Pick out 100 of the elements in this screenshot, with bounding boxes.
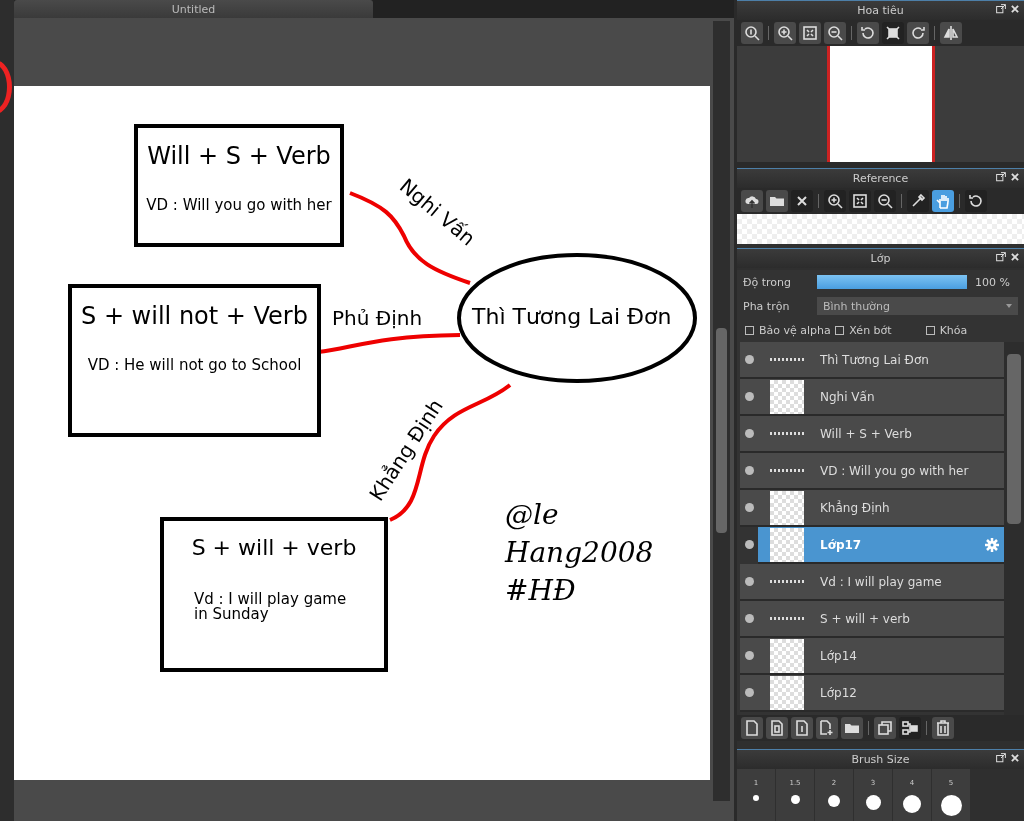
box-example: VD : Will you go with her	[146, 196, 332, 214]
popout-icon	[996, 172, 1006, 182]
layer-thumbnail	[770, 469, 804, 472]
rotate-left-icon	[860, 25, 876, 41]
layer-thumbnail	[770, 432, 804, 435]
tool-button[interactable]	[899, 717, 921, 739]
new-8bit-layer-icon	[769, 720, 785, 736]
tool-button[interactable]	[766, 717, 788, 739]
checkbox[interactable]	[745, 325, 754, 335]
panel-title: Hoa tiêu	[857, 4, 904, 17]
handwritten-text: @le	[505, 497, 560, 533]
tool-button[interactable]	[741, 717, 763, 739]
zoom-out-icon	[877, 193, 893, 209]
close-icon	[1010, 4, 1020, 14]
brush-dot-icon	[753, 795, 759, 801]
layer-name: Will + S + Verb	[820, 426, 912, 441]
close-icon	[1010, 753, 1020, 763]
checkbox[interactable]	[835, 325, 845, 335]
tool-button[interactable]	[965, 190, 987, 212]
box-example: Vd : I will play game in Sunday	[194, 592, 348, 622]
brush-dot-icon	[903, 795, 921, 813]
tool-button[interactable]	[857, 22, 879, 44]
handwritten-text: #HĐ	[505, 573, 577, 609]
new-1bit-layer-icon	[794, 720, 810, 736]
visibility-dot[interactable]	[745, 503, 754, 512]
tool-button[interactable]	[907, 190, 929, 212]
layer-row[interactable]: Khẳng Định	[740, 490, 1004, 527]
rotate-right-icon	[910, 25, 926, 41]
tool-button[interactable]	[766, 190, 788, 212]
layer-row[interactable]: S + will + verb	[740, 601, 1004, 638]
visibility-dot[interactable]	[745, 355, 754, 364]
layer-name: Lớp12	[820, 685, 857, 700]
layer-thumbnail	[770, 675, 804, 710]
tool-button[interactable]	[741, 190, 763, 212]
canvas-thumbnail[interactable]	[826, 46, 935, 162]
layer-row[interactable]: Vd : I will play game	[740, 564, 1004, 601]
flip-icon	[943, 25, 959, 41]
blend-dropdown[interactable]: Bình thường	[817, 297, 1018, 315]
tool-button[interactable]	[774, 22, 796, 44]
tool-button[interactable]	[824, 190, 846, 212]
visibility-dot[interactable]	[745, 688, 754, 697]
visibility-dot[interactable]	[745, 577, 754, 586]
checkbox[interactable]	[925, 325, 935, 335]
layer-name: Thì Tương Lai Đơn	[820, 352, 929, 367]
visibility-dot[interactable]	[745, 651, 754, 660]
tool-button[interactable]	[849, 190, 871, 212]
layer-thumbnail	[770, 379, 804, 414]
tool-button[interactable]	[816, 717, 838, 739]
layer-row[interactable]: VD : Will you go with her	[740, 453, 1004, 490]
zoom-out-icon	[827, 25, 843, 41]
opacity-value: 100 %	[975, 275, 1010, 289]
tool-button[interactable]	[741, 22, 763, 44]
tool-button[interactable]	[874, 717, 896, 739]
tool-button[interactable]	[882, 22, 904, 44]
panel-title: Brush Size	[851, 753, 910, 766]
visibility-dot[interactable]	[745, 392, 754, 401]
layer-row[interactable]: Lớp12	[740, 675, 1004, 712]
layer-name: VD : Will you go with her	[820, 463, 969, 478]
layer-thumbnail	[770, 580, 804, 583]
layer-name: Nghi Vấn	[820, 389, 875, 404]
opacity-slider[interactable]	[817, 275, 967, 289]
rotate-left-icon	[968, 193, 984, 209]
visibility-dot[interactable]	[745, 614, 754, 623]
tool-button[interactable]	[940, 22, 962, 44]
layer-row[interactable]: Thì Tương Lai Đơn	[740, 342, 1004, 379]
tool-button[interactable]	[932, 717, 954, 739]
tool-button[interactable]	[824, 22, 846, 44]
box-heading: S + will not + Verb	[81, 302, 308, 330]
layer-name: Lớp17	[820, 537, 862, 552]
box-heading: S + will + verb	[191, 535, 357, 560]
center-label: Thì Tương Lai Đơn	[472, 304, 672, 329]
tool-button[interactable]	[841, 717, 863, 739]
layer-scrollbar[interactable]	[1004, 342, 1024, 715]
fit-screen-icon	[802, 25, 818, 41]
layer-row[interactable]: Lớp14	[740, 638, 1004, 675]
cloud-upload-icon	[744, 193, 760, 209]
popout-icon	[996, 753, 1006, 763]
visibility-dot[interactable]	[745, 540, 754, 549]
blend-label: Pha trộn	[743, 299, 791, 313]
visibility-dot[interactable]	[745, 429, 754, 438]
tool-button[interactable]	[791, 717, 813, 739]
tool-button[interactable]	[799, 22, 821, 44]
layer-row[interactable]: Will + S + Verb	[740, 416, 1004, 453]
layer-thumbnail	[770, 358, 804, 361]
hand-icon	[935, 193, 951, 209]
visibility-dot[interactable]	[745, 466, 754, 475]
layer-thumbnail	[770, 527, 804, 562]
tool-button[interactable]	[907, 22, 929, 44]
checkbox-label: Khóa	[939, 323, 968, 337]
vertical-scrollbar[interactable]	[713, 21, 730, 801]
tool-button[interactable]	[791, 190, 813, 212]
settings-icon	[984, 536, 1000, 553]
box-example: VD : He will not go to School	[87, 356, 302, 374]
zoom-in-icon	[777, 25, 793, 41]
layer-name: S + will + verb	[820, 611, 910, 626]
brush-dot-icon	[940, 795, 962, 816]
layer-row[interactable]: Nghi Vấn	[740, 379, 1004, 416]
document-tab[interactable]: Untitled	[14, 0, 373, 18]
tool-button[interactable]	[874, 190, 896, 212]
duplicate-icon	[877, 720, 893, 736]
